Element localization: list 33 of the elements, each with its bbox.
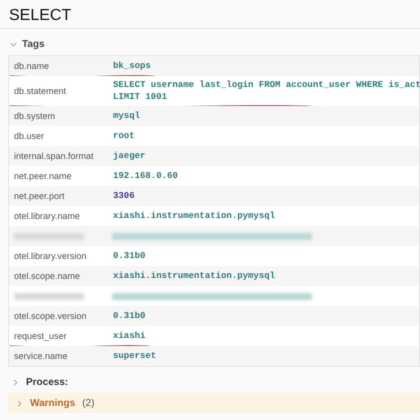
tag-value: SELECT username last_login FROM account_user WHERE is_act (113, 79, 420, 91)
tag-value: 0.31b0 (113, 310, 146, 322)
tag-value: LIMIT 1001 (113, 91, 168, 103)
tag-key: otel.library.version (9, 251, 113, 261)
tag-value: 192.168.0.60 (113, 170, 178, 182)
warnings-bar[interactable]: Warnings (2) (8, 393, 420, 413)
tag-key: otel.scope.version (9, 311, 113, 321)
tag-value: 3306 (113, 190, 135, 202)
tag-key: net.peer.port (9, 191, 113, 201)
process-header[interactable]: Process: (26, 376, 68, 388)
tag-value: 0.31b0 (113, 250, 146, 262)
tag-key: db.name (9, 61, 113, 71)
tag-key: internal.span.format (9, 151, 113, 161)
tag-key: db.system (9, 111, 113, 121)
tag-value: superset (113, 350, 156, 362)
tag-value: jaeger (113, 150, 146, 162)
tag-key: otel.scope.name (9, 271, 113, 281)
tag-value: mysql (113, 110, 140, 122)
tag-key: otel.library.name (9, 211, 113, 221)
tag-value: bk_sops (113, 60, 151, 72)
warnings-label: Warnings (30, 398, 76, 408)
tag-value: xiashi.instrumentation.pymysql (113, 270, 276, 282)
tag-value: xiashi.instrumentation.pymysql (113, 210, 276, 222)
tag-key: service.name (9, 351, 113, 361)
span-title: SELECT (8, 6, 72, 26)
tag-value: xiashi (113, 330, 146, 342)
tags-header[interactable]: Tags (22, 38, 45, 50)
tag-key: request_user (9, 331, 113, 341)
tag-value: root (113, 130, 135, 142)
warnings-count: (2) (82, 398, 94, 408)
tag-key: db.user (9, 131, 113, 141)
tag-key: db.statement (9, 86, 113, 96)
tag-key: net.peer.name (9, 171, 113, 181)
